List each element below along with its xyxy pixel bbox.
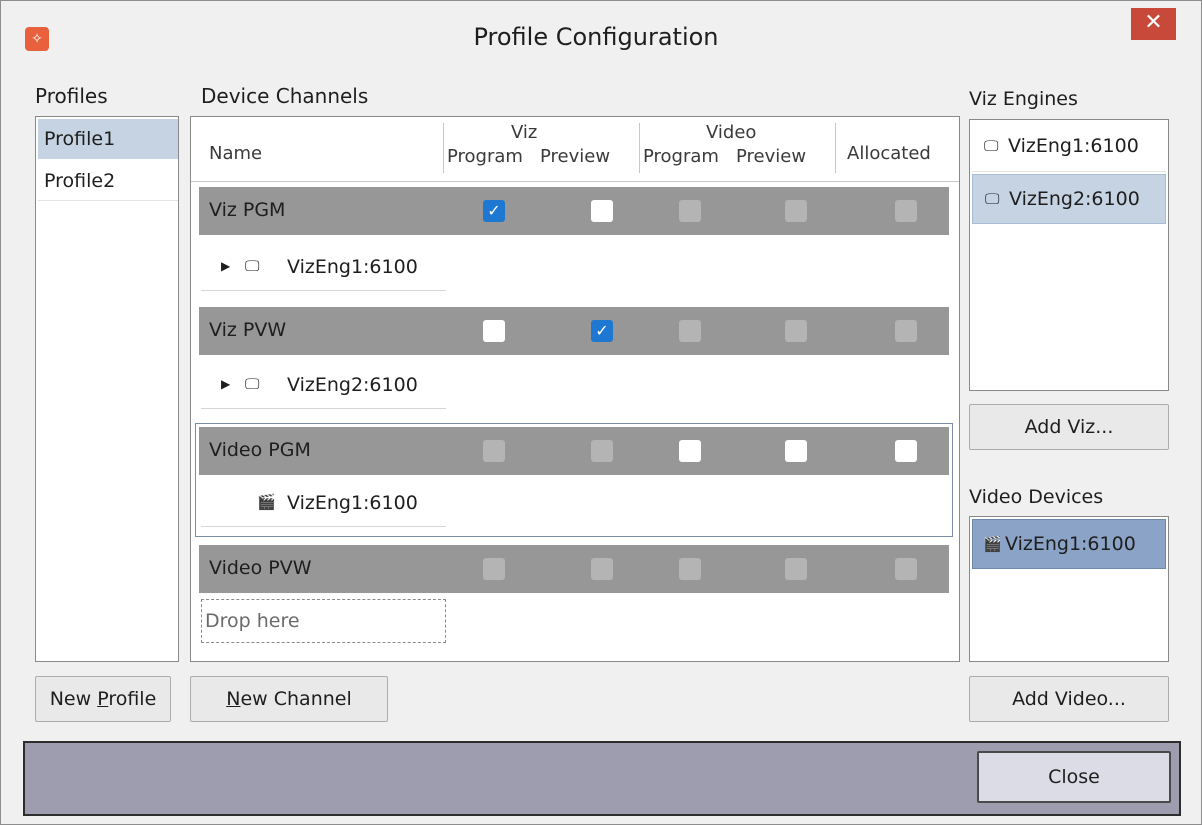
- channel-device-row[interactable]: ▶ 🖵 VizEng2:6100: [201, 365, 446, 409]
- column-divider: [639, 123, 640, 173]
- new-profile-button[interactable]: New Profile: [35, 676, 171, 722]
- checkbox-video-preview: [785, 200, 807, 222]
- dialog-footer: Close: [23, 741, 1181, 816]
- close-icon: ✕: [1144, 10, 1163, 35]
- viz-engines-heading: Viz Engines: [969, 88, 1078, 110]
- checkbox-allocated: [895, 200, 917, 222]
- close-button[interactable]: Close: [977, 751, 1171, 803]
- device-channels-heading: Device Channels: [201, 84, 369, 108]
- checkbox-allocated[interactable]: [895, 440, 917, 462]
- channel-name: Viz PVW: [209, 319, 287, 341]
- column-divider: [443, 123, 444, 173]
- expand-arrow-icon[interactable]: ▶: [221, 259, 230, 273]
- profile-configuration-window: ✧ Profile Configuration ✕ Profiles Profi…: [0, 0, 1202, 825]
- monitor-icon: 🖵: [985, 190, 1000, 208]
- viz-engines-list[interactable]: 🖵 VizEng1:6100 🖵 VizEng2:6100: [969, 119, 1169, 391]
- device-label: VizEng1:6100: [287, 256, 418, 278]
- new-channel-button[interactable]: New Channel: [190, 676, 388, 722]
- checkbox-viz-program: [483, 558, 505, 580]
- checkbox-video-program: [679, 200, 701, 222]
- column-header-video-program: Program: [643, 146, 719, 167]
- video-device-item[interactable]: 🎬 VizEng1:6100: [972, 519, 1166, 569]
- channel-name: Video PVW: [209, 557, 312, 579]
- column-header-allocated: Allocated: [847, 143, 931, 164]
- channel-bar-viz-pvw[interactable]: Viz PVW ✓: [199, 307, 949, 355]
- profile-item-profile1[interactable]: Profile1: [38, 119, 178, 159]
- checkbox-viz-program[interactable]: ✓: [483, 200, 505, 222]
- channel-device-row[interactable]: 🎬 VizEng1:6100: [201, 483, 446, 527]
- channel-bar-video-pvw[interactable]: Video PVW: [199, 545, 949, 593]
- checkbox-viz-program[interactable]: [483, 320, 505, 342]
- profile-item-label: Profile2: [44, 170, 116, 192]
- expand-arrow-icon[interactable]: ▶: [221, 377, 230, 391]
- device-label: VizEng2:6100: [287, 374, 418, 396]
- monitor-icon: 🖵: [245, 375, 260, 393]
- checkbox-video-program: [679, 320, 701, 342]
- channel-name: Video PGM: [209, 439, 311, 461]
- viz-engine-item[interactable]: 🖵 VizEng1:6100: [972, 122, 1166, 172]
- column-header-name: Name: [209, 143, 263, 164]
- viz-engine-label: VizEng1:6100: [1008, 135, 1139, 157]
- profiles-list[interactable]: Profile1 Profile2: [35, 116, 179, 662]
- viz-engine-item[interactable]: 🖵 VizEng2:6100: [972, 174, 1166, 224]
- channel-bar-viz-pgm[interactable]: Viz PGM ✓: [199, 187, 949, 235]
- video-device-label: VizEng1:6100: [1005, 533, 1136, 555]
- channel-name: Viz PGM: [209, 199, 286, 221]
- column-header-video-preview: Preview: [736, 146, 807, 167]
- checkbox-viz-preview[interactable]: ✓: [591, 320, 613, 342]
- checkbox-allocated: [895, 320, 917, 342]
- checkbox-allocated: [895, 558, 917, 580]
- drop-target[interactable]: Drop here: [201, 599, 446, 643]
- device-channels-panel: Name Viz Program Preview Video Program P…: [190, 116, 960, 662]
- video-devices-list[interactable]: 🎬 VizEng1:6100: [969, 516, 1169, 662]
- checkbox-viz-program: [483, 440, 505, 462]
- checkbox-video-preview: [785, 320, 807, 342]
- monitor-icon: 🖵: [984, 137, 999, 155]
- viz-engine-label: VizEng2:6100: [1009, 188, 1140, 210]
- profiles-heading: Profiles: [35, 84, 108, 108]
- device-label: VizEng1:6100: [287, 492, 418, 514]
- checkbox-video-preview: [785, 558, 807, 580]
- header-divider: [191, 181, 959, 182]
- checkbox-viz-preview: [591, 558, 613, 580]
- add-viz-button[interactable]: Add Viz...: [969, 404, 1169, 450]
- monitor-icon: 🖵: [245, 257, 260, 275]
- profile-item-profile2[interactable]: Profile2: [38, 161, 178, 201]
- column-divider: [835, 123, 836, 173]
- video-devices-heading: Video Devices: [969, 486, 1104, 508]
- checkbox-viz-preview: [591, 440, 613, 462]
- column-group-viz: Viz: [511, 122, 538, 143]
- video-clapper-icon: 🎬: [983, 535, 1002, 553]
- close-window-button[interactable]: ✕: [1131, 8, 1176, 40]
- window-title: Profile Configuration: [473, 23, 719, 51]
- add-video-button[interactable]: Add Video...: [969, 676, 1169, 722]
- title-bar[interactable]: ✧ Profile Configuration ✕: [1, 1, 1201, 81]
- checkbox-video-program[interactable]: [679, 440, 701, 462]
- column-header-viz-preview: Preview: [540, 146, 611, 167]
- channel-bar-video-pgm[interactable]: Video PGM: [199, 427, 949, 475]
- video-clapper-icon: 🎬: [257, 493, 276, 511]
- channel-device-row[interactable]: ▶ 🖵 VizEng1:6100: [201, 247, 446, 291]
- profile-item-label: Profile1: [44, 128, 116, 150]
- checkbox-viz-preview[interactable]: [591, 200, 613, 222]
- column-header-viz-program: Program: [447, 146, 523, 167]
- column-group-video: Video: [706, 122, 757, 143]
- checkbox-video-program: [679, 558, 701, 580]
- checkbox-video-preview[interactable]: [785, 440, 807, 462]
